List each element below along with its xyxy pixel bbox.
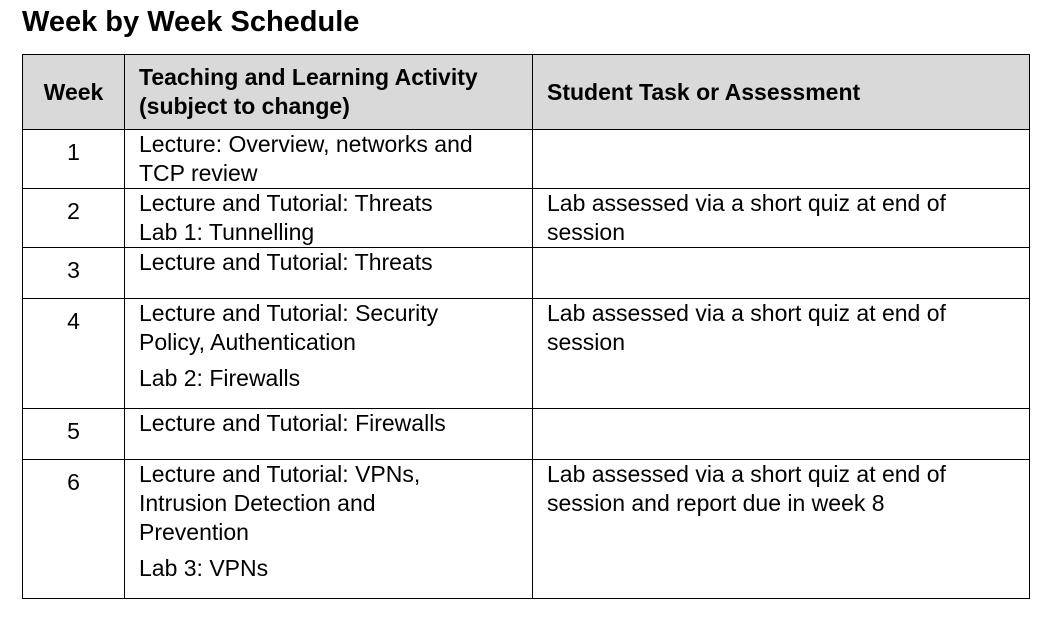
week-number: 3 (22, 247, 125, 299)
page-title: Week by Week Schedule (22, 6, 360, 38)
task-cell (532, 408, 1030, 460)
activity-cell: Lecture: Overview, networks and TCP revi… (124, 129, 533, 189)
task-line: session (547, 329, 625, 355)
task-cell: Lab assessed via a short quiz at end of … (532, 298, 1030, 409)
table-header-row: Week Teaching and Learning Activity (sub… (22, 54, 1030, 130)
activity-cell: Lecture and Tutorial: Security Policy, A… (124, 298, 533, 409)
week-number: 4 (22, 298, 125, 409)
task-line: Lab assessed via a short quiz at end of (547, 461, 946, 487)
activity-line: Policy, Authentication (139, 329, 356, 355)
activity-line: Lab 3: VPNs (139, 555, 269, 581)
activity-line: Lecture and Tutorial: Threats (139, 190, 433, 216)
schedule-table: Week Teaching and Learning Activity (sub… (22, 54, 1030, 599)
activity-line: Intrusion Detection and (139, 490, 376, 516)
task-cell (532, 129, 1030, 189)
week-number: 1 (22, 129, 125, 189)
activity-line: Lecture and Tutorial: VPNs, (139, 461, 421, 487)
activity-line: Lab 2: Firewalls (139, 365, 301, 391)
header-activity-line2: (subject to change) (139, 93, 350, 119)
activity-line: TCP review (139, 160, 258, 186)
task-line: session (547, 219, 625, 245)
task-line: Lab assessed via a short quiz at end of (547, 190, 946, 216)
activity-line: Lecture and Tutorial: Security (139, 300, 439, 326)
week-number: 6 (22, 459, 125, 599)
task-cell: Lab assessed via a short quiz at end of … (532, 188, 1030, 248)
table-row: 4 Lecture and Tutorial: Security Policy,… (22, 298, 1030, 409)
header-activity: Teaching and Learning Activity (subject … (124, 54, 533, 130)
table-row: 2 Lecture and Tutorial: Threats Lab 1: T… (22, 188, 1030, 248)
task-cell: Lab assessed via a short quiz at end of … (532, 459, 1030, 599)
task-line: Lab assessed via a short quiz at end of (547, 300, 946, 326)
table-row: 5 Lecture and Tutorial: Firewalls (22, 408, 1030, 460)
task-line: session and report due in week 8 (547, 490, 885, 516)
table-row: 6 Lecture and Tutorial: VPNs, Intrusion … (22, 459, 1030, 599)
activity-line: Lecture and Tutorial: Firewalls (139, 410, 446, 436)
activity-line: Lab 1: Tunnelling (139, 219, 315, 245)
activity-cell: Lecture and Tutorial: Firewalls (124, 408, 533, 460)
activity-line: Lecture: Overview, networks and (139, 131, 473, 157)
task-cell (532, 247, 1030, 299)
activity-line: Prevention (139, 519, 249, 545)
header-week: Week (22, 54, 125, 130)
activity-cell: Lecture and Tutorial: Threats Lab 1: Tun… (124, 188, 533, 248)
activity-cell: Lecture and Tutorial: Threats (124, 247, 533, 299)
table-row: 3 Lecture and Tutorial: Threats (22, 247, 1030, 299)
week-number: 5 (22, 408, 125, 460)
activity-cell: Lecture and Tutorial: VPNs, Intrusion De… (124, 459, 533, 599)
table-row: 1 Lecture: Overview, networks and TCP re… (22, 129, 1030, 189)
week-number: 2 (22, 188, 125, 248)
header-activity-line1: Teaching and Learning Activity (139, 64, 478, 90)
header-task: Student Task or Assessment (532, 54, 1030, 130)
activity-line: Lecture and Tutorial: Threats (139, 249, 433, 275)
